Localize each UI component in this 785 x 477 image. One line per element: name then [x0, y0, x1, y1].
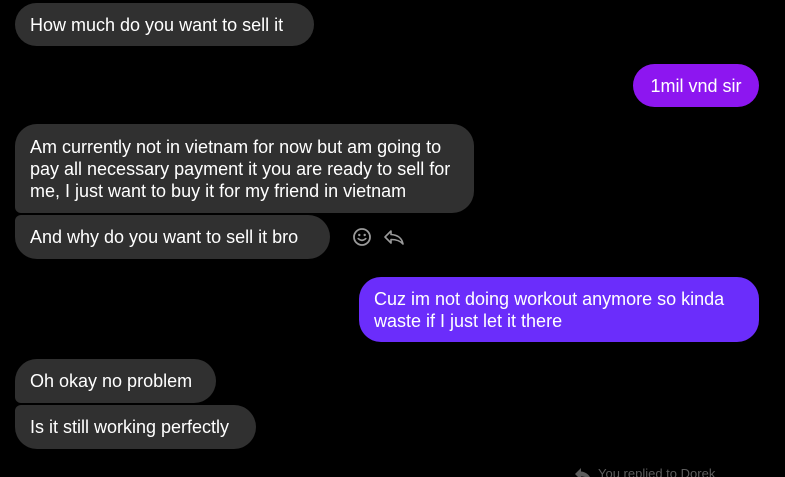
- message-thread: How much do you want to sell it 1mil vnd…: [0, 0, 785, 477]
- message-text: Is it still working perfectly: [30, 417, 230, 437]
- message-text: Cuz im not doing workout anymore so kind…: [374, 288, 725, 331]
- outgoing-message-bubble[interactable]: 1mil vnd sir: [633, 64, 759, 107]
- reply-indicator: You replied to Dorek: [574, 466, 715, 477]
- reply-indicator-text: You replied to Dorek: [598, 466, 716, 477]
- reply-arrow-icon[interactable]: [382, 227, 406, 247]
- incoming-message-bubble[interactable]: And why do you want to sell it bro: [15, 215, 330, 259]
- message-text: 1mil vnd sir: [650, 75, 742, 96]
- outgoing-message-bubble[interactable]: Cuz im not doing workout anymore so kind…: [359, 277, 759, 342]
- message-text: How much do you want to sell it: [30, 14, 284, 35]
- incoming-message-bubble[interactable]: Is it still working perfectly: [15, 405, 256, 449]
- message-text: Am currently not in vietnam for now but …: [30, 136, 451, 201]
- smiley-face-icon[interactable]: [352, 227, 372, 247]
- message-actions: [352, 227, 406, 247]
- incoming-message-bubble[interactable]: How much do you want to sell it: [15, 3, 314, 46]
- message-text: And why do you want to sell it bro: [30, 227, 299, 247]
- reply-arrow-icon: [575, 467, 591, 477]
- message-text: Oh okay no problem: [30, 371, 193, 391]
- incoming-message-bubble[interactable]: Am currently not in vietnam for now but …: [15, 124, 474, 213]
- incoming-message-bubble[interactable]: Oh okay no problem: [15, 359, 216, 403]
